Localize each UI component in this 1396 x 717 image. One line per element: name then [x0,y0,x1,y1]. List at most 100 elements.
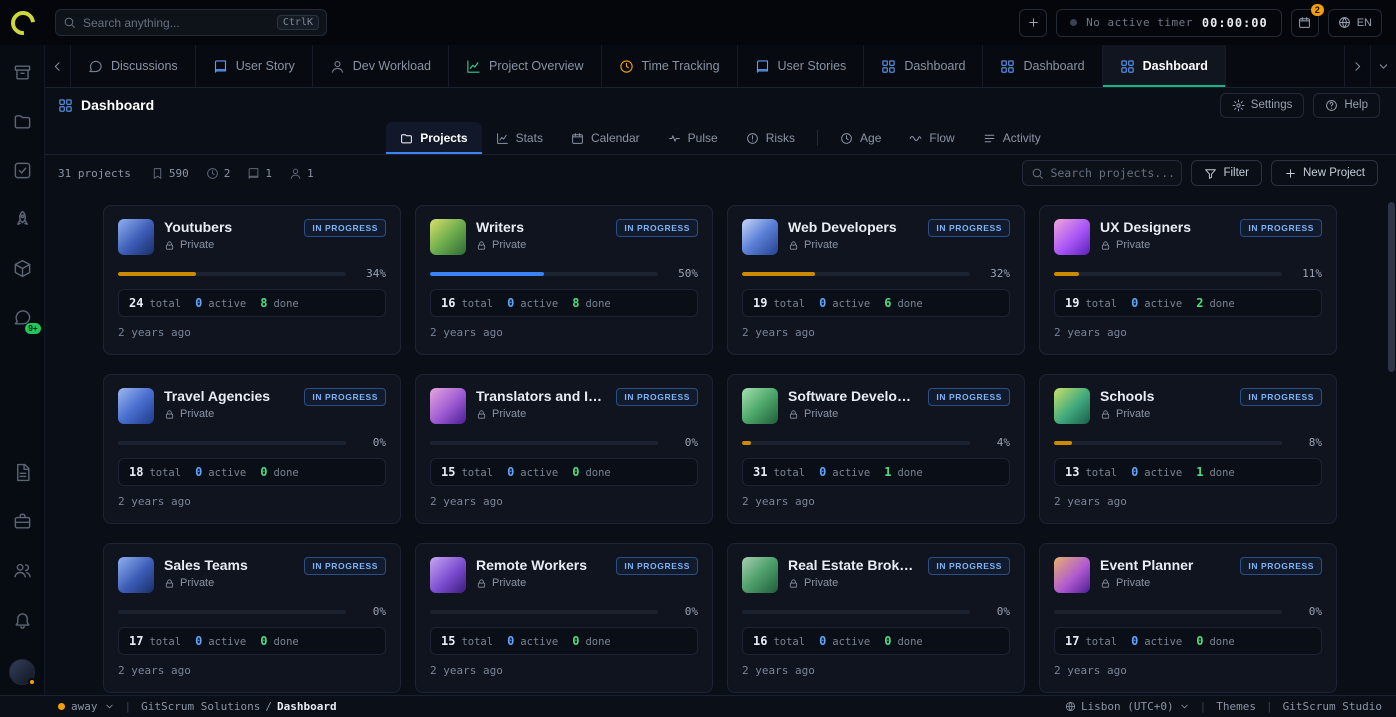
timezone-selector[interactable]: Lisbon (UTC+0) [1065,700,1190,713]
subtab-calendar[interactable]: Calendar [557,122,654,154]
subtab-pulse[interactable]: Pulse [654,122,732,154]
subtab-risks[interactable]: Risks [732,122,809,154]
project-name[interactable]: Remote Workers [476,557,606,573]
settings-button[interactable]: Settings [1220,93,1305,118]
subtab-projects[interactable]: Projects [386,122,481,154]
done-label: done [585,298,610,310]
filter-button[interactable]: Filter [1191,160,1262,186]
tab-dashboard-1[interactable]: Dashboard [864,45,983,87]
subtab-flow[interactable]: Flow [895,122,968,154]
progress-bar [1054,441,1282,445]
project-name[interactable]: Travel Agencies [164,388,294,404]
project-card[interactable]: Schools Private IN PROGRESS 8% 13total 0… [1039,374,1337,524]
project-name[interactable]: Youtubers [164,219,294,235]
project-card[interactable]: Real Estate Brokers Private IN PROGRESS … [727,543,1025,693]
project-name[interactable]: Translators and Interp... [476,388,606,404]
gitscrum-logo[interactable] [0,11,45,35]
sidebar-item-notifications[interactable] [13,610,32,629]
active-count: 0 [819,465,826,479]
tab-label: Dev Workload [353,59,431,73]
total-label: total [773,298,805,310]
tab-dev-workload[interactable]: Dev Workload [313,45,449,87]
tab-discussions[interactable]: Discussions [71,45,196,87]
grid-icon [1000,59,1015,74]
sidebar-item-documents[interactable] [13,463,32,482]
project-card[interactable]: UX Designers Private IN PROGRESS 11% 19t… [1039,205,1337,355]
lock-icon [164,409,175,420]
status-badge: IN PROGRESS [928,557,1010,575]
folder-icon [400,132,413,145]
calendar-button[interactable]: 2 [1291,9,1319,37]
subtab-stats[interactable]: Stats [482,122,557,154]
project-card[interactable]: Software Developer Private IN PROGRESS 4… [727,374,1025,524]
tab-dashboard-active[interactable]: Dashboard [1103,45,1226,87]
calendar-icon [1298,16,1311,29]
project-name[interactable]: Real Estate Brokers [788,557,918,573]
project-name[interactable]: Sales Teams [164,557,294,573]
task-stats: 17total 0active 0done [1054,627,1322,655]
sidebar-item-team[interactable] [13,561,32,580]
tabs-scroll-left-button[interactable] [45,45,71,87]
scrollbar-thumb[interactable] [1388,202,1395,372]
progress-percent: 50% [668,267,698,280]
project-search[interactable] [1022,160,1182,186]
sidebar-item-chat[interactable]: 9+ [13,308,32,327]
tab-dashboard-2[interactable]: Dashboard [983,45,1102,87]
tab-label: Discussions [111,59,178,73]
lock-icon [476,409,487,420]
project-name[interactable]: Schools [1100,388,1230,404]
tab-user-stories[interactable]: User Stories [738,45,865,87]
tabs-overflow-button[interactable] [1370,45,1396,87]
project-name[interactable]: Software Developer [788,388,918,404]
project-name[interactable]: Writers [476,219,606,235]
project-name[interactable]: Web Developers [788,219,918,235]
project-card[interactable]: Writers Private IN PROGRESS 50% 16total … [415,205,713,355]
project-search-input[interactable] [1050,166,1173,180]
language-button[interactable]: EN [1328,9,1382,37]
sidebar-item-workspace[interactable] [13,63,32,82]
new-project-button[interactable]: New Project [1271,160,1378,186]
sidebar-item-tasks[interactable] [13,161,32,180]
grid-icon [1120,59,1135,74]
project-name[interactable]: Event Planner [1100,557,1230,573]
user-avatar[interactable] [9,659,35,685]
project-card[interactable]: Travel Agencies Private IN PROGRESS 0% 1… [103,374,401,524]
project-name[interactable]: UX Designers [1100,219,1230,235]
book-icon [247,167,260,180]
sidebar-item-projects[interactable] [13,112,32,131]
presence-selector[interactable]: away [58,700,115,713]
quick-add-button[interactable] [1019,9,1047,37]
breadcrumb-workspace[interactable]: GitScrum Solutions [141,700,260,713]
counter-members[interactable]: 1 [289,167,314,180]
global-search-input[interactable] [83,16,270,30]
project-card[interactable]: Remote Workers Private IN PROGRESS 0% 15… [415,543,713,693]
sidebar-item-products[interactable] [13,259,32,278]
counter-stories[interactable]: 1 [247,167,272,180]
counter-time[interactable]: 2 [206,167,231,180]
projects-area: Youtubers Private IN PROGRESS 34% 24tota… [45,191,1388,695]
tab-project-overview[interactable]: Project Overview [449,45,601,87]
tab-time-tracking[interactable]: Time Tracking [602,45,738,87]
subtab-label: Age [860,131,881,145]
timer-widget[interactable]: No active timer 00:00:00 [1056,9,1282,37]
project-card[interactable]: Event Planner Private IN PROGRESS 0% 17t… [1039,543,1337,693]
search-icon [63,16,76,29]
help-button[interactable]: Help [1313,93,1380,118]
tab-user-story[interactable]: User Story [196,45,313,87]
breadcrumb[interactable]: GitScrum Solutions / Dashboard [141,700,336,713]
clock-icon [619,59,634,74]
sidebar-item-company[interactable] [13,512,32,531]
project-card[interactable]: Sales Teams Private IN PROGRESS 0% 17tot… [103,543,401,693]
studio-link[interactable]: GitScrum Studio [1283,700,1382,713]
subtab-activity[interactable]: Activity [969,122,1055,154]
tabs-scroll-right-button[interactable] [1344,45,1370,87]
project-card[interactable]: Youtubers Private IN PROGRESS 34% 24tota… [103,205,401,355]
project-card[interactable]: Translators and Interp... Private IN PRO… [415,374,713,524]
global-search[interactable]: CtrlK [55,9,327,36]
project-card[interactable]: Web Developers Private IN PROGRESS 32% 1… [727,205,1025,355]
sidebar-item-sprints[interactable] [13,210,32,229]
subtab-age[interactable]: Age [826,122,895,154]
themes-link[interactable]: Themes [1216,700,1256,713]
grid-icon [881,59,896,74]
counter-tasks[interactable]: 590 [151,167,189,180]
